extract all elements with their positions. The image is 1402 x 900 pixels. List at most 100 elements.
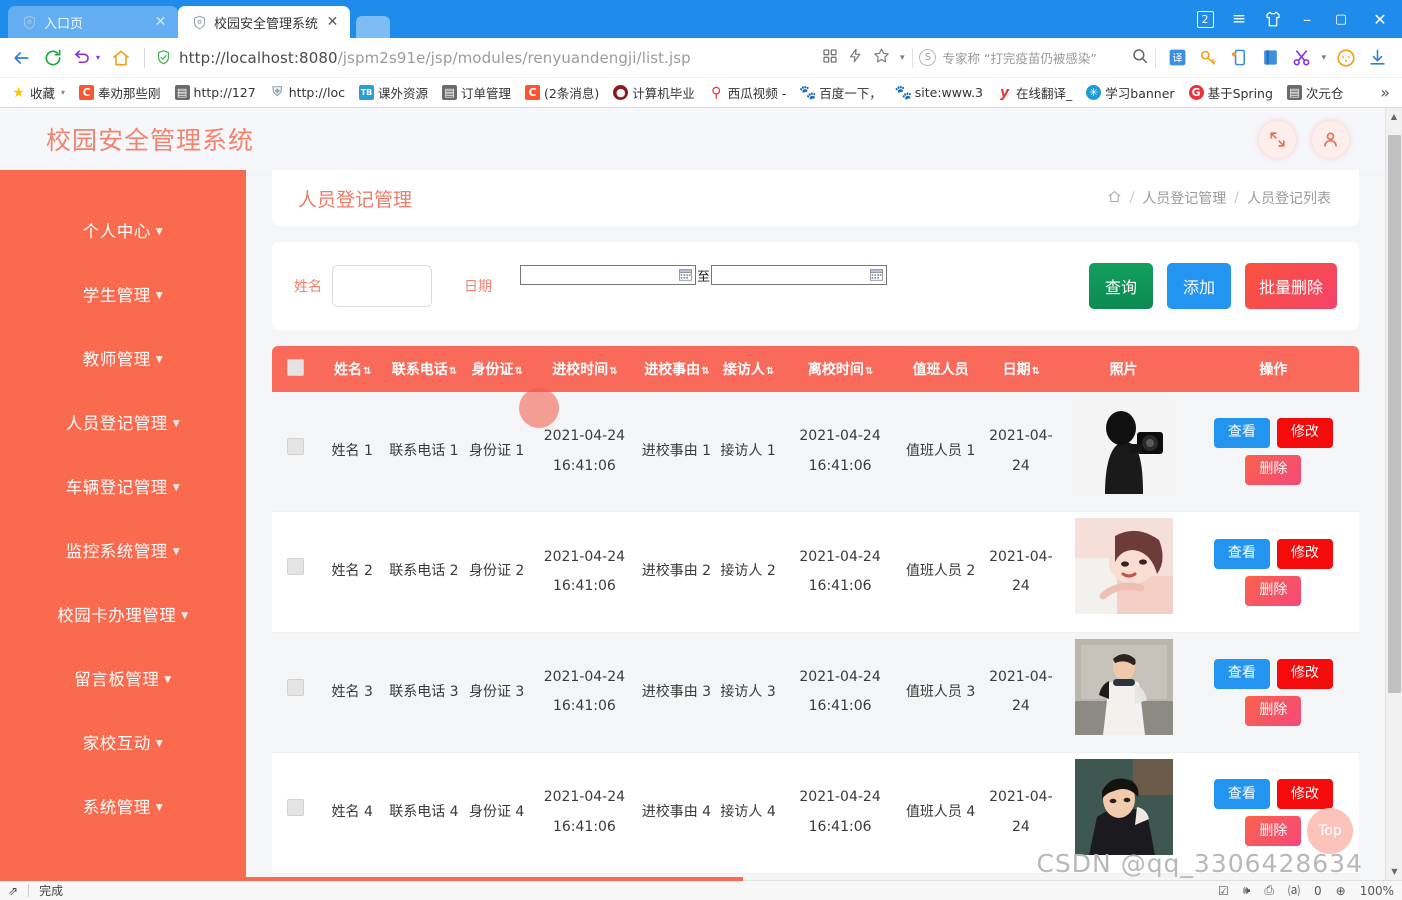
lightning-icon[interactable] [848,48,863,67]
bookmark-item[interactable]: ▤ http://127 [168,81,263,105]
translate-icon[interactable]: 译 [1166,47,1188,69]
view-button[interactable]: 查看 [1213,658,1270,689]
bookmark-item[interactable]: ▤ 订单管理 [435,81,518,105]
home-icon[interactable] [106,43,136,73]
bookmark-item[interactable]: ⛨ http://loc [263,81,352,105]
clip-icon[interactable]: ⎙ [1264,883,1274,898]
ad-icon[interactable]: ⒜ [1288,882,1300,899]
date-start-input[interactable] [520,265,696,285]
star-icon[interactable] [873,47,890,68]
smiley-icon[interactable] [1335,47,1357,69]
user-icon[interactable] [1312,120,1349,158]
maximize-button[interactable]: ▢ [1324,0,1358,38]
fullscreen-icon[interactable] [1259,120,1296,158]
calendar-icon[interactable] [870,268,884,282]
edit-button[interactable]: 修改 [1276,418,1333,449]
sidebar-item-monitoring-system[interactable]: 监控系统管理 ▼ [0,518,246,582]
row-select-cell[interactable] [272,392,320,513]
scroll-down-arrow-icon[interactable]: ▼ [1386,863,1402,880]
notes-icon[interactable] [1259,47,1281,69]
sort-icon[interactable]: ⇅ [514,366,522,377]
sidebar-item-message-board[interactable]: 留言板管理 ▼ [0,646,246,710]
column-header-reason[interactable]: 进校事由⇅ [637,346,715,392]
skin-icon[interactable] [1256,0,1290,38]
edit-button[interactable]: 修改 [1276,538,1333,569]
sidebar-item-teacher-management[interactable]: 教师管理 ▼ [0,326,246,390]
row-select-cell[interactable] [272,632,320,754]
delete-button[interactable]: 删除 [1245,455,1302,486]
bookmark-item[interactable]: C 奉劝那些刚 [72,81,168,105]
view-button[interactable]: 查看 [1213,779,1270,810]
back-to-top-button[interactable]: Top [1307,808,1353,854]
bookmark-favorites[interactable]: ★ 收藏 ▾ [4,81,72,105]
sidebar-item-person-registration[interactable]: 人员登记管理 ▼ [0,390,246,454]
sort-icon[interactable]: ⇅ [449,366,457,377]
home-icon[interactable] [1107,189,1122,208]
search-box[interactable]: S 专家称 “打完疫苗仍被感染” [919,47,1149,69]
reload-icon[interactable] [38,43,68,73]
table-row[interactable]: 姓名 2 联系电话 2 身份证 2 2021-04-24 16:41:06 进校… [272,511,1359,633]
date-end-input[interactable] [711,265,888,285]
edit-button[interactable]: 修改 [1276,658,1333,689]
column-header-leave-time[interactable]: 离校时间⇅ [781,346,899,392]
delete-button[interactable]: 删除 [1245,575,1302,606]
browser-tab-1[interactable]: 入口页 ✕ [8,6,178,38]
bookmark-item[interactable]: ⚲ 西瓜视频 - [702,81,793,105]
view-button[interactable]: 查看 [1213,538,1270,569]
sort-icon[interactable]: ⇅ [609,366,617,377]
search-icon[interactable] [1131,47,1149,69]
bookmark-item[interactable]: C (2条消息) [518,81,606,105]
row-select-cell[interactable] [272,752,320,874]
view-button[interactable]: 查看 [1213,418,1270,449]
sort-icon[interactable]: ⇅ [1032,366,1040,377]
sort-icon[interactable]: ⇅ [701,366,709,377]
edit-button[interactable]: 修改 [1276,779,1333,810]
sidebar-item-vehicle-registration[interactable]: 车辆登记管理 ▼ [0,454,246,518]
bookmark-item[interactable]: 🐾 百度一下， [793,81,889,105]
photo-thumbnail[interactable] [1074,638,1173,735]
delete-button[interactable]: 删除 [1245,695,1302,726]
column-header-date[interactable]: 日期⇅ [982,346,1060,392]
bookmark-item[interactable]: ✳ 学习banner [1079,81,1181,105]
column-header-idcard[interactable]: 身份证⇅ [462,346,531,392]
breadcrumb-item-1[interactable]: 人员登记管理 [1142,188,1226,208]
scroll-up-arrow-icon[interactable]: ▲ [1386,108,1402,125]
tab-count-badge-wrap[interactable]: 2 [1188,0,1222,38]
star-caret-icon[interactable]: ▾ [900,53,905,63]
back-icon[interactable] [6,43,36,73]
sidebar-item-campus-card[interactable]: 校园卡办理管理 ▼ [0,582,246,646]
qr-icon[interactable] [822,48,838,68]
bookmark-item[interactable]: TB 课外资源 [352,81,435,105]
sidebar-item-home-school-interaction[interactable]: 家校互动 ▼ [0,710,246,774]
undo-icon[interactable] [70,43,94,73]
table-row[interactable]: 姓名 1 联系电话 1 身份证 1 2021-04-24 16:41:06 进校… [272,392,1359,513]
search-engine-icon[interactable]: S [919,49,937,66]
check-icon[interactable]: ☑ [1218,884,1229,898]
scrollbar-thumb[interactable] [1388,135,1401,693]
column-header-name[interactable]: 姓名⇅ [319,346,386,392]
minimize-button[interactable]: – [1290,0,1324,38]
name-filter-input[interactable] [332,265,432,307]
bookmark-item[interactable]: ● 计算机毕业 [606,81,702,105]
sort-icon[interactable]: ⇅ [865,366,873,377]
add-button[interactable]: 添加 [1166,263,1231,309]
select-all-header[interactable] [272,346,320,392]
select-all-checkbox[interactable] [287,358,305,376]
download-icon[interactable] [1366,47,1388,69]
bookmark-item[interactable]: 🐾 site:www.3 [889,81,990,105]
close-window-button[interactable]: ✕ [1358,0,1402,38]
row-select-cell[interactable] [272,511,320,633]
sort-icon[interactable]: ⇅ [766,366,774,377]
column-header-enter-time[interactable]: 进校时间⇅ [530,346,638,392]
sort-icon[interactable]: ⇅ [363,366,371,377]
row-checkbox[interactable] [287,438,305,455]
scissors-caret-icon[interactable]: ▾ [1321,53,1326,63]
column-header-phone[interactable]: 联系电话⇅ [385,346,463,392]
sidebar-item-student-management[interactable]: 学生管理 ▼ [0,262,246,326]
column-header-receiver[interactable]: 接访人⇅ [714,346,782,392]
new-tab-button[interactable] [356,16,391,38]
key-icon[interactable] [1197,47,1219,69]
table-row[interactable]: 姓名 3 联系电话 3 身份证 3 2021-04-24 16:41:06 进校… [272,632,1359,754]
scissors-icon[interactable] [1290,47,1312,69]
tab-close-icon[interactable]: ✕ [325,15,340,29]
